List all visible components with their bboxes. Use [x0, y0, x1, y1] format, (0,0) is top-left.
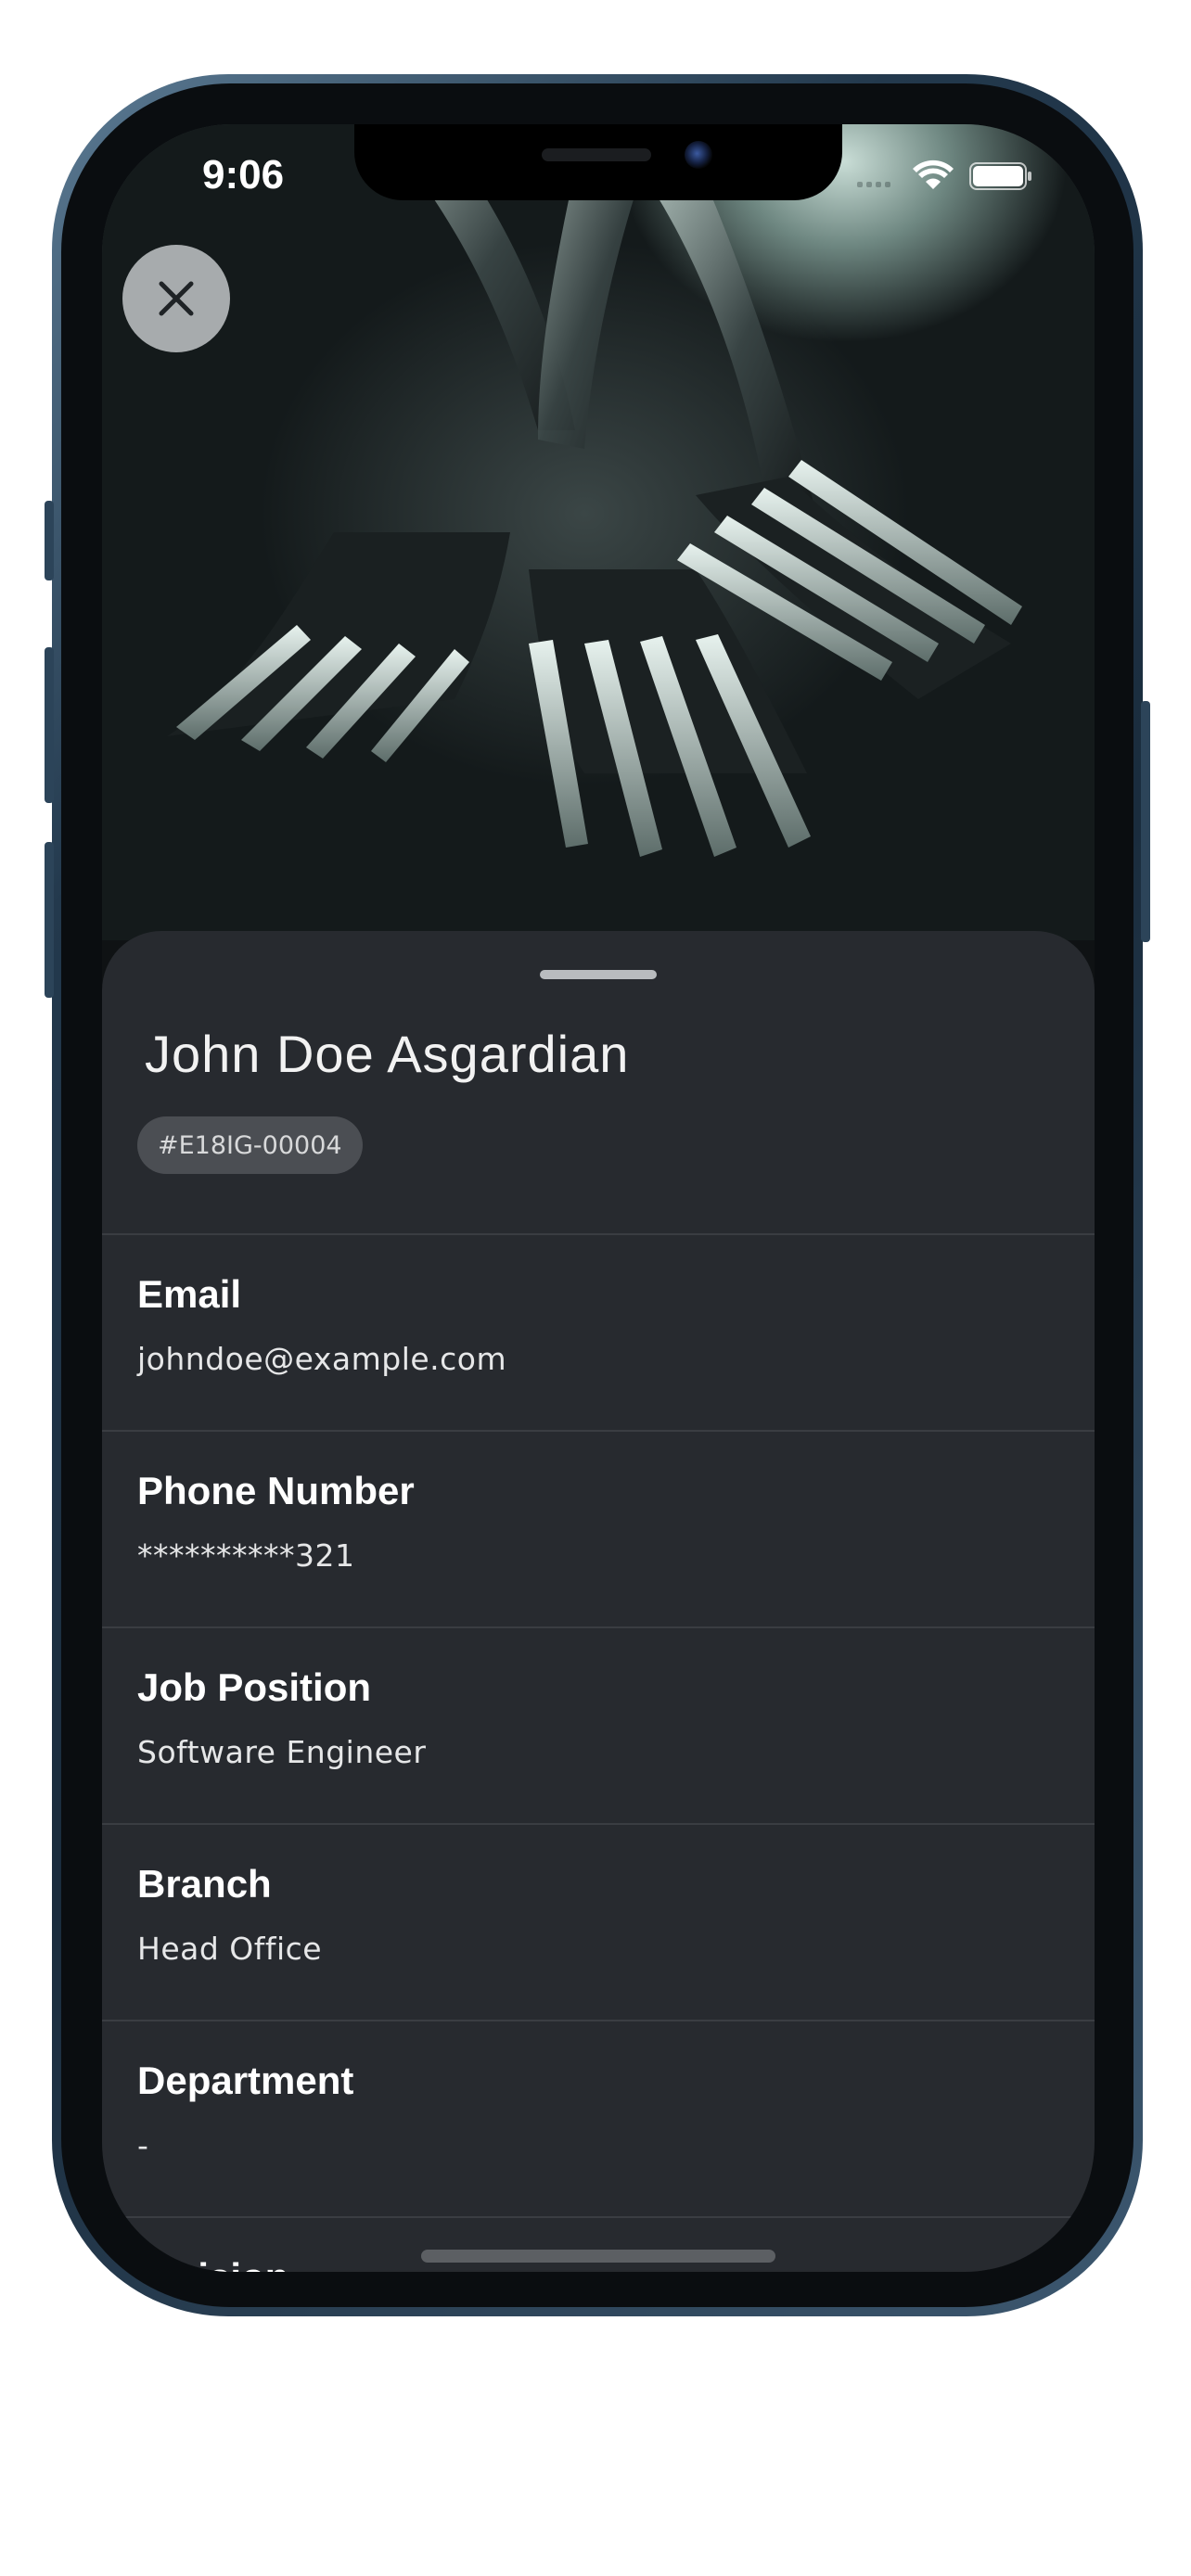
divider: [102, 1233, 1095, 1235]
field-label: Division: [137, 2255, 288, 2272]
field-value: **********321: [137, 1537, 355, 1574]
field-value: johndoe@example.com: [137, 1341, 507, 1377]
profile-cover-photo: [102, 124, 1095, 940]
field-label: Branch: [137, 1862, 272, 1906]
side-button-volume-up: [45, 647, 54, 803]
field-value: Software Engineer: [137, 1734, 427, 1770]
field-label: Job Position: [137, 1665, 371, 1709]
profile-name: John Doe Asgardian: [145, 1025, 630, 1083]
front-camera: [685, 141, 712, 169]
field-label: Department: [137, 2059, 354, 2102]
forks-photo: [167, 124, 1022, 857]
divider: [102, 1430, 1095, 1432]
field-job-position: Job Position Software Engineer: [137, 1665, 426, 1770]
divider: [102, 2020, 1095, 2021]
side-button-mute: [45, 501, 54, 580]
field-email: Email johndoe@example.com: [137, 1272, 506, 1377]
close-button[interactable]: [122, 245, 230, 352]
field-value: Head Office: [137, 1931, 323, 1967]
earpiece-speaker: [542, 148, 651, 161]
profile-detail-sheet[interactable]: John Doe Asgardian #E18IG-00004 Email jo…: [102, 931, 1095, 2272]
field-label: Email: [137, 1272, 242, 1316]
sheet-drag-handle[interactable]: [540, 970, 657, 979]
field-division: Division: [137, 2255, 288, 2272]
field-label: Phone Number: [137, 1469, 415, 1512]
divider: [102, 2216, 1095, 2218]
field-branch: Branch Head Office: [137, 1862, 322, 1967]
cellular-icon: [857, 182, 890, 187]
field-phone-number: Phone Number **********321: [137, 1469, 415, 1574]
status-icons: [857, 159, 1031, 190]
status-time: 9:06: [202, 152, 285, 198]
phone-screen: 9:06 John Doe Asgardian #E18IG-00004 Ema…: [102, 124, 1095, 2272]
field-value: -: [137, 2127, 149, 2163]
battery-icon: [969, 162, 1031, 190]
notch: [354, 124, 842, 200]
close-icon: [159, 281, 194, 316]
side-button-volume-down: [45, 842, 54, 998]
employee-id-badge: #E18IG-00004: [137, 1116, 363, 1174]
side-button-power: [1141, 701, 1150, 942]
home-indicator[interactable]: [421, 2250, 775, 2263]
divider: [102, 1626, 1095, 1628]
divider: [102, 1823, 1095, 1825]
wifi-icon: [913, 159, 954, 189]
field-department: Department -: [137, 2059, 353, 2163]
